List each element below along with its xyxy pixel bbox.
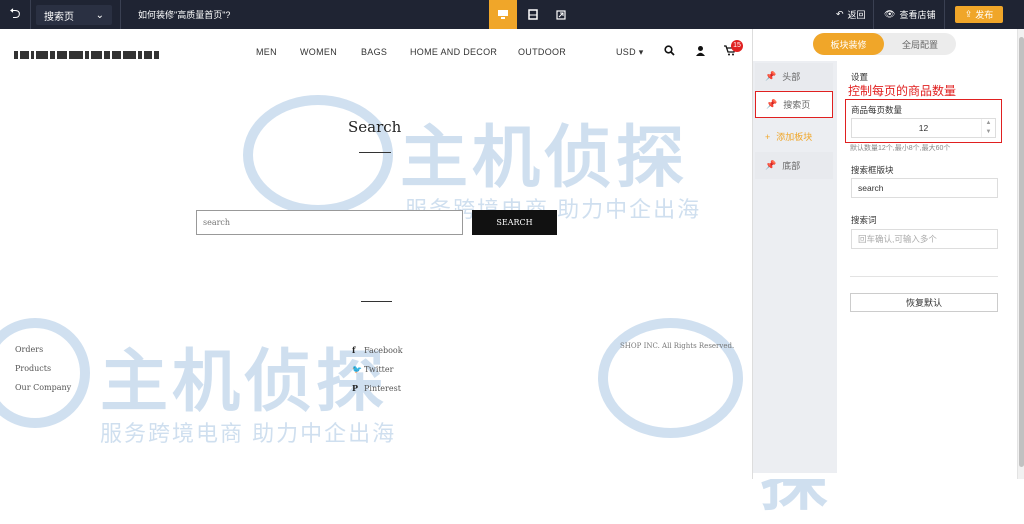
page-select-value: 搜索页 <box>44 11 74 23</box>
back-button[interactable]: ↶ 返回 <box>836 0 866 29</box>
search-button[interactable]: SEARCH <box>472 210 557 235</box>
watermark-brand: 主机侦探 <box>100 344 389 420</box>
tablet-view-icon[interactable] <box>519 0 547 29</box>
panel-tabs: 板块装修 全局配置 <box>813 33 956 55</box>
footer-link-company[interactable]: Our Company <box>15 383 71 392</box>
block-title-label: 搜索框版块 <box>851 165 894 175</box>
divider <box>359 152 391 153</box>
divider <box>850 276 998 277</box>
currency-select[interactable]: USD ▾ <box>616 47 644 58</box>
divider <box>30 0 31 29</box>
tab-section-editing[interactable]: 板块装修 <box>813 33 884 55</box>
watermark-slogan: 服务跨境电商 助力中企出海 <box>100 421 397 446</box>
divider <box>944 0 945 29</box>
twitter-label: Twitter <box>364 365 394 374</box>
search-icon[interactable] <box>664 45 675 59</box>
footer-link-pinterest[interactable]: P Pinterest <box>352 383 401 393</box>
block-title-input[interactable]: search <box>851 178 998 198</box>
facebook-icon: f <box>352 345 356 355</box>
per-page-hint: 默认数量12个,最小8个,最大60个 <box>850 145 951 152</box>
page-select[interactable]: 搜索页 ⌄ <box>36 5 112 25</box>
help-link[interactable]: 如何装修"高质量首页"? <box>138 0 230 29</box>
nav-item-outdoor[interactable]: OUTDOOR <box>518 47 566 57</box>
fullscreen-icon[interactable] <box>547 0 575 29</box>
search-terms-input[interactable]: 回车确认,可输入多个 <box>851 229 998 249</box>
pin-icon: 📌 <box>765 160 777 170</box>
nav-item-men[interactable]: MEN <box>256 47 277 57</box>
desktop-view-icon[interactable] <box>489 0 517 29</box>
section-item-header[interactable]: 📌 头部 <box>755 63 833 90</box>
publish-label: 发布 <box>975 10 994 20</box>
block-title-value: search <box>858 183 884 193</box>
footer-link-twitter[interactable]: 🐦 Twitter <box>352 364 393 374</box>
pinterest-icon: P <box>352 383 359 393</box>
publish-button[interactable]: ⇪ 发布 <box>955 6 1003 23</box>
divider <box>361 301 392 302</box>
undo-icon: ↶ <box>836 9 844 19</box>
nav-item-bags[interactable]: BAGS <box>361 47 387 57</box>
back-label: 返回 <box>847 10 866 20</box>
watermark-brand: 主机侦探 <box>400 120 689 196</box>
watermark-logo <box>598 318 743 438</box>
per-page-value: 12 <box>918 123 929 133</box>
view-store-label: 查看店铺 <box>899 10 936 20</box>
copyright-text: SHOP INC. All Rights Reserved. <box>620 342 735 350</box>
add-section-button[interactable]: + 添加板块 <box>755 123 833 150</box>
divider <box>120 0 121 29</box>
chevron-down-icon: ⌄ <box>95 9 104 21</box>
footer-link-orders[interactable]: Orders <box>15 345 43 354</box>
footer-link-facebook[interactable]: f Facebook <box>352 345 403 355</box>
stepper-arrows[interactable]: ▲ ▼ <box>981 119 995 137</box>
tab-global-config[interactable]: 全局配置 <box>884 33 956 55</box>
editor-topbar: ⮌ 搜索页 ⌄ 如何装修"高质量首页"? ↶ 返回 👁 查看店铺 ⇪ 发布 <box>0 0 1024 29</box>
exit-icon[interactable]: ⮌ <box>0 0 30 29</box>
twitter-icon: 🐦 <box>352 364 362 374</box>
per-page-input[interactable]: 12 ▲ ▼ <box>851 118 996 138</box>
divider <box>873 0 874 29</box>
upload-icon: ⇪ <box>964 9 973 19</box>
search-terms-label: 搜索词 <box>851 215 877 225</box>
plus-icon: + <box>765 131 771 142</box>
account-icon[interactable] <box>695 45 706 59</box>
store-logo[interactable] <box>14 47 204 59</box>
watermark-logo <box>0 318 90 428</box>
section-item-search-page[interactable]: 📌 搜索页 <box>755 91 833 118</box>
section-label: 头部 <box>782 72 801 82</box>
search-terms-placeholder: 回车确认,可输入多个 <box>858 234 937 244</box>
section-label: 添加板块 <box>776 132 813 142</box>
section-label: 搜索页 <box>783 100 811 110</box>
scrollbar-thumb[interactable] <box>1019 37 1024 467</box>
page-title: Search <box>348 118 402 136</box>
pin-icon: 📌 <box>765 71 777 81</box>
annotation-text: 控制每页的商品数量 <box>848 84 957 98</box>
nav-item-home-decor[interactable]: HOME AND DECOR <box>410 47 497 57</box>
facebook-label: Facebook <box>364 346 403 355</box>
panel-scrollbar[interactable] <box>1017 29 1024 479</box>
nav-item-women[interactable]: WOMEN <box>300 47 337 57</box>
reset-default-button[interactable]: 恢复默认 <box>850 293 998 312</box>
search-input[interactable] <box>196 210 463 235</box>
watermark-logo <box>243 95 393 215</box>
footer-link-products[interactable]: Products <box>15 364 51 373</box>
section-item-footer[interactable]: 📌 底部 <box>755 152 833 179</box>
eye-icon: 👁 <box>884 9 896 19</box>
per-page-label: 商品每页数量 <box>851 105 903 115</box>
cart-count-badge: 15 <box>731 40 743 52</box>
view-store-button[interactable]: 👁 查看店铺 <box>884 0 935 29</box>
pin-icon: 📌 <box>766 99 778 109</box>
section-label: 底部 <box>782 161 801 171</box>
pinterest-label: Pinterest <box>364 384 401 393</box>
